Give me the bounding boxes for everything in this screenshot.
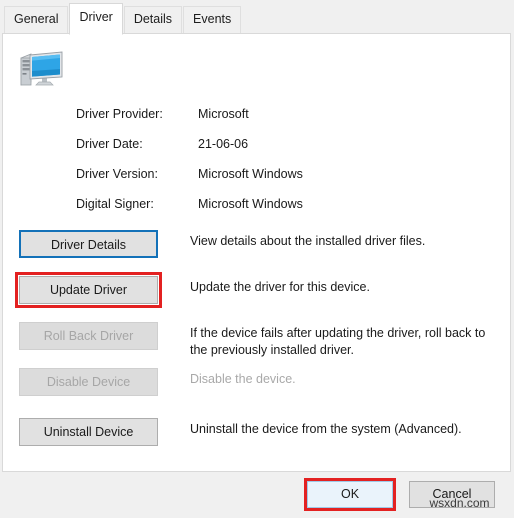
info-value-driver-date: 21-06-06: [198, 137, 249, 151]
roll-back-driver-button: Roll Back Driver: [19, 322, 158, 350]
driver-details-button[interactable]: Driver Details: [19, 230, 158, 258]
action-row-roll-back-driver: Roll Back Driver If the device fails aft…: [3, 322, 510, 368]
info-label-driver-date: Driver Date:: [76, 137, 143, 151]
driver-details-description: View details about the installed driver …: [190, 234, 426, 248]
disable-device-button: Disable Device: [19, 368, 158, 396]
update-driver-description: Update the driver for this device.: [190, 280, 370, 294]
uninstall-device-button[interactable]: Uninstall Device: [19, 418, 158, 446]
info-label-driver-version: Driver Version:: [76, 167, 158, 181]
info-row-driver-date: Driver Date: 21-06-06: [76, 137, 496, 167]
info-row-digital-signer: Digital Signer: Microsoft Windows: [76, 197, 496, 227]
uninstall-device-description: Uninstall the device from the system (Ad…: [190, 422, 462, 436]
roll-back-driver-description: If the device fails after updating the d…: [190, 326, 486, 357]
action-row-uninstall-device: Uninstall Device Uninstall the device fr…: [3, 418, 510, 464]
ok-button[interactable]: OK: [304, 478, 396, 511]
driver-info-list: Driver Provider: Microsoft Driver Date: …: [76, 107, 496, 227]
disable-device-description: Disable the device.: [190, 372, 296, 386]
site-watermark: wsxdn.com: [429, 496, 490, 510]
tab-strip: General Driver Details Events: [0, 0, 514, 35]
update-driver-button[interactable]: Update Driver: [15, 272, 162, 308]
info-row-driver-provider: Driver Provider: Microsoft: [76, 107, 496, 137]
computer-device-icon: [19, 49, 65, 91]
info-label-driver-provider: Driver Provider:: [76, 107, 163, 121]
driver-tab-panel: Driver Provider: Microsoft Driver Date: …: [2, 33, 511, 472]
action-row-driver-details: Driver Details View details about the in…: [3, 230, 510, 276]
info-value-driver-version: Microsoft Windows: [198, 167, 303, 181]
info-value-digital-signer: Microsoft Windows: [198, 197, 303, 211]
info-value-driver-provider: Microsoft: [198, 107, 249, 121]
action-row-disable-device: Disable Device Disable the device.: [3, 368, 510, 414]
tab-general[interactable]: General: [4, 6, 69, 34]
info-label-digital-signer: Digital Signer:: [76, 197, 154, 211]
action-row-update-driver: Update Driver Update the driver for this…: [3, 272, 510, 322]
tab-details[interactable]: Details: [123, 6, 183, 34]
tab-events[interactable]: Events: [183, 6, 242, 34]
tab-list: General Driver Details Events: [4, 3, 242, 35]
info-row-driver-version: Driver Version: Microsoft Windows: [76, 167, 496, 197]
tab-driver[interactable]: Driver: [69, 3, 123, 35]
